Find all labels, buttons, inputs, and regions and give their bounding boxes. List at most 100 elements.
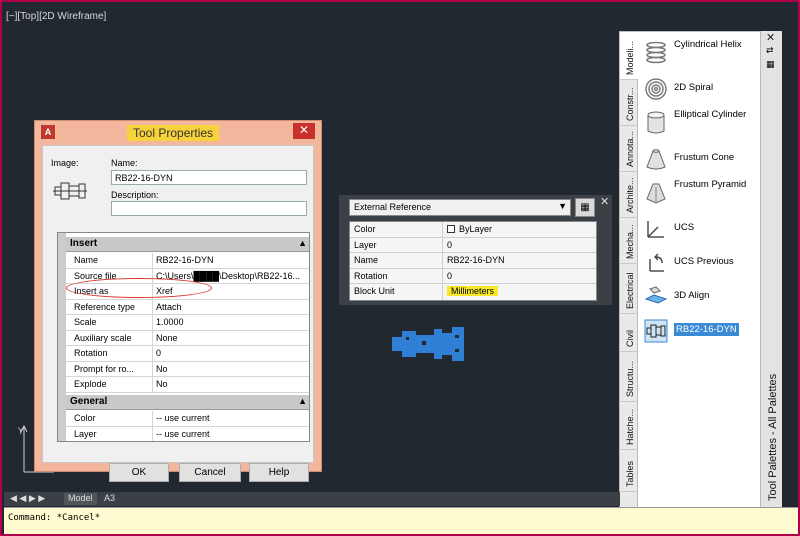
tab-architectural[interactable]: Archite... [620,172,638,218]
xref-row[interactable]: Rotation 0 [350,268,597,285]
property-value[interactable]: None [152,330,309,345]
xref-value[interactable]: 0 [442,237,597,253]
tab-hatches[interactable]: Hatche... [620,402,638,450]
xref-key: Block Unit [354,286,395,297]
tab-electrical[interactable]: Electrical [620,264,638,314]
tab-annotation[interactable]: Annota... [620,126,638,172]
xref-value[interactable]: ByLayer [442,222,597,237]
xref-key: Name [354,255,379,266]
palette-item-elliptical-cylinder[interactable]: Elliptical Cylinder [642,108,762,138]
property-value[interactable]: -- use current [152,411,309,426]
property-row[interactable]: Reference type Attach [66,299,309,315]
red-annotation-ellipse [66,278,212,298]
property-key: Rotation [74,348,108,358]
insert-section-header[interactable]: Insert ▲ [66,237,309,252]
property-value[interactable]: No [152,361,309,376]
viewport-controls-label[interactable]: [−][Top][2D Wireframe] [6,11,106,22]
property-value[interactable]: 0 [152,346,309,361]
property-key: Auxiliary scale [74,332,132,343]
tab-a3[interactable]: A3 [100,493,119,505]
chevron-down-icon[interactable]: ▼ [558,201,567,211]
tab-mechanical[interactable]: Mecha... [620,218,638,264]
property-value[interactable]: 1.0000 [152,315,309,330]
property-value[interactable]: RB22-16-DYN [152,253,309,268]
auto-hide-icon[interactable]: ⇄ [766,45,774,56]
tab-civil[interactable]: Civil [620,314,638,352]
property-value[interactable]: No [152,377,309,392]
xref-row[interactable]: Layer 0 [350,237,597,254]
properties-grid: Insert ▲ Name RB22-16-DYN Source file C:\U… [57,232,310,442]
property-key: Reference type [74,301,136,312]
autocad-logo-icon: A [41,125,55,139]
collapse-arrow-icon[interactable]: ▲ [298,396,307,406]
xref-row[interactable]: Name RB22-16-DYN [350,253,596,269]
xref-value[interactable]: 0 [442,268,597,284]
autocad-window: [−][Top][2D Wireframe] Y A Tool Properti… [0,0,800,536]
palette-item-ucs[interactable]: UCS [642,214,762,244]
cone-icon [646,149,666,170]
xref-value[interactable]: Millimeters [442,284,597,300]
tool-palette: Modeli... Constr... Annota... Archite...… [619,31,782,521]
palette-item-frustum-pyramid[interactable]: Frustum Pyramid [642,178,762,208]
help-button[interactable]: Help [249,463,309,482]
tab-modeling[interactable]: Modeli... [620,32,638,80]
palette-item-ucs-previous[interactable]: UCS Previous [642,248,762,278]
palette-title-bar[interactable]: ✕ ⇄ ▦ Tool Palettes - All Palettes [760,31,782,521]
property-row[interactable]: Layer -- use current [66,426,309,441]
property-row[interactable]: Color -- use current [66,411,309,427]
quick-select-icon[interactable]: ▦ [575,198,595,217]
ucs-icon [647,221,664,238]
palette-item-rb22-16-dyn[interactable]: RB22-16-DYN [642,316,762,346]
property-row[interactable]: Rotation 0 [66,346,309,362]
object-type-select[interactable]: External Reference ▼ [349,199,571,216]
xref-row-block-unit[interactable]: Block Unit Millimeters [350,284,596,300]
property-row[interactable]: Scale 1.0000 [66,315,309,331]
description-input[interactable] [111,201,307,216]
palette-item-2d-spiral[interactable]: 2D Spiral [642,74,762,104]
property-value[interactable]: -- use current [152,426,309,441]
block-unit-value: Millimeters [447,286,499,297]
property-key: Color [74,413,96,423]
property-row[interactable]: Auxiliary scale None [66,330,309,346]
xref-block-geometry[interactable] [392,325,464,363]
palette-item-label: RB22-16-DYN [674,323,762,336]
tab-label: Mecha... [625,224,635,259]
align-icon [644,286,668,304]
tab-tables[interactable]: Tables [620,450,638,492]
property-key: Explode [74,379,107,389]
image-label: Image: [51,158,79,168]
palette-item-label: Cylindrical Helix [674,39,742,50]
grid-scrollbar[interactable] [58,233,66,441]
property-row[interactable]: Explode No [66,377,309,393]
xref-row[interactable]: Color ByLayer [350,222,596,238]
layout-nav-arrows[interactable]: ◀ ◀ ▶ ▶ [6,493,49,505]
xref-color-value: ByLayer [459,224,493,234]
command-line[interactable]: Command: *Cancel* [4,507,798,534]
pyramid-icon [646,183,666,204]
palette-item-label: 3D Align [674,290,710,301]
property-row[interactable]: Prompt for ro... No [66,361,309,377]
collapse-arrow-icon[interactable]: ▲ [298,238,307,248]
close-icon[interactable]: ✕ [766,31,775,44]
selected-item-text: RB22-16-DYN [674,323,739,336]
cancel-button[interactable]: Cancel [179,463,241,482]
close-button[interactable]: ✕ [293,123,315,139]
tab-model[interactable]: Model [64,493,97,505]
palette-tabs: Modeli... Constr... Annota... Archite...… [620,32,638,520]
property-value[interactable]: Attach [152,299,309,314]
close-icon[interactable]: ✕ [600,195,609,208]
property-row[interactable]: Name RB22-16-DYN [66,253,309,269]
name-input[interactable]: RB22-16-DYN [111,170,307,185]
command-history-text: Command: *Cancel* [8,513,101,523]
general-section-header[interactable]: General ▲ [66,395,309,410]
ucs-y-label: Y [17,427,24,437]
tab-constraints[interactable]: Constr... [620,80,638,126]
properties-icon[interactable]: ▦ [766,59,775,70]
palette-item-cylindrical-helix[interactable]: Cylindrical Helix [642,38,762,68]
tab-structural[interactable]: Structu... [620,352,638,402]
ok-button[interactable]: OK [109,463,169,482]
palette-item-3d-align[interactable]: 3D Align [642,282,762,312]
xref-key: Rotation [354,270,388,281]
xref-value[interactable]: RB22-16-DYN [442,253,597,268]
palette-item-frustum-cone[interactable]: Frustum Cone [642,144,762,174]
